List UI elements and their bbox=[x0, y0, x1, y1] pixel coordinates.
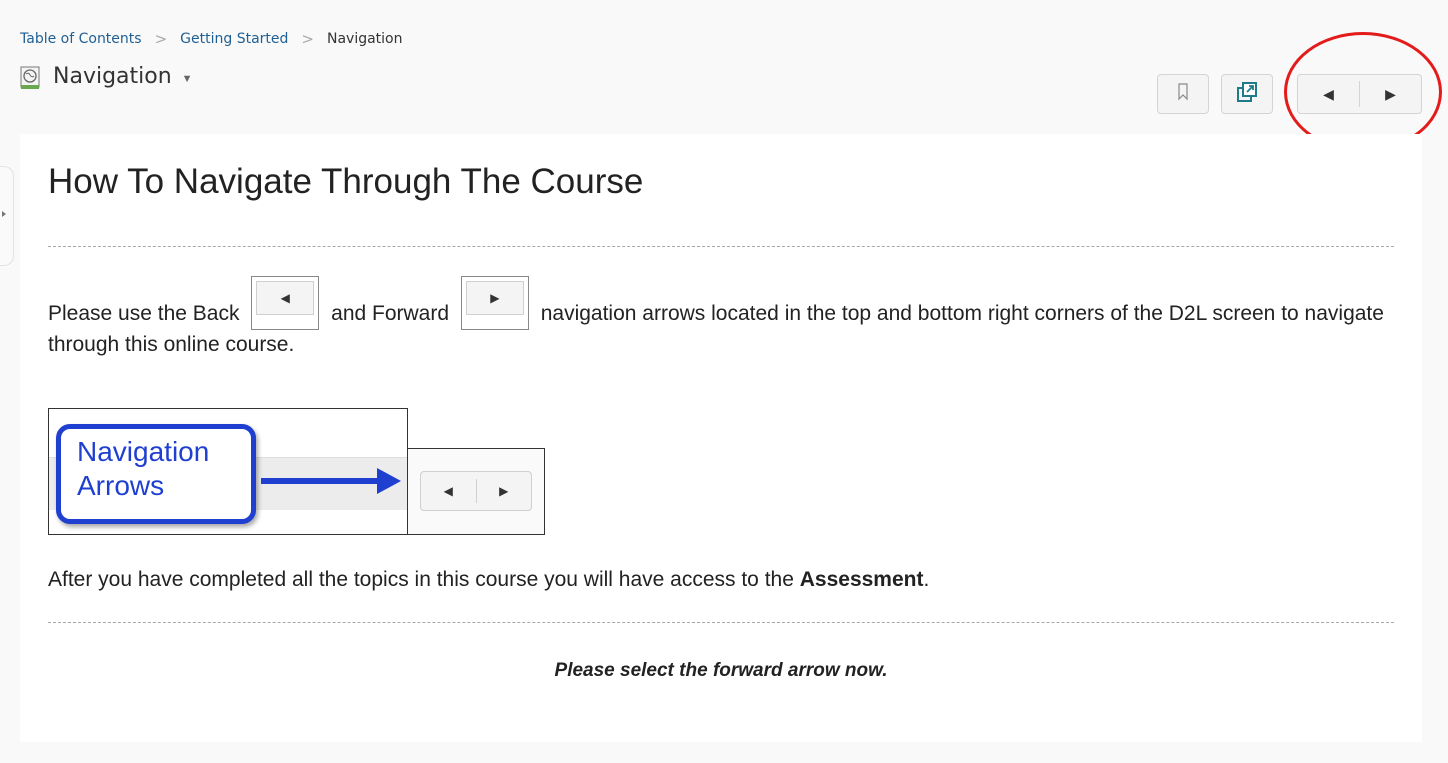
para1-text-c: navigation arrows located in the top and… bbox=[48, 302, 1384, 356]
chevron-right-icon bbox=[2, 211, 6, 217]
para1-text-a: Please use the Back bbox=[48, 302, 240, 325]
arrow-right-icon: ▶ bbox=[1385, 85, 1396, 102]
breadcrumb: Table of Contents > Getting Started > Na… bbox=[20, 30, 403, 48]
divider bbox=[48, 246, 1394, 247]
forward-button-image: ▶ bbox=[460, 276, 529, 330]
page-title: Navigation bbox=[53, 64, 172, 89]
chevron-down-icon[interactable]: ▼ bbox=[182, 73, 193, 85]
assessment-paragraph: After you have completed all the topics … bbox=[48, 564, 1398, 595]
breadcrumb-getting-started[interactable]: Getting Started bbox=[180, 31, 288, 47]
previous-topic-button[interactable]: ◀ bbox=[1298, 75, 1359, 113]
callout-line-1: Navigation bbox=[77, 436, 210, 467]
breadcrumb-current: Navigation bbox=[326, 31, 403, 47]
content-heading: How To Navigate Through The Course bbox=[48, 162, 644, 201]
arrow-left-icon: ◀ bbox=[256, 281, 315, 315]
para2-text: After you have completed all the topics … bbox=[48, 568, 800, 591]
bookmark-button[interactable] bbox=[1157, 74, 1209, 114]
arrow-right-icon: ▶ bbox=[499, 484, 509, 498]
instructions-paragraph: Please use the Back ◀ and Forward ▶ navi… bbox=[48, 276, 1398, 360]
topic-navigation-group: ◀ ▶ bbox=[1297, 74, 1422, 114]
callout-line-2: Arrows bbox=[77, 470, 165, 501]
bookmark-icon bbox=[1177, 82, 1189, 106]
assessment-keyword: Assessment bbox=[799, 568, 924, 591]
figure-arrowhead-icon bbox=[377, 468, 401, 494]
navigation-arrows-callout: Navigation Arrows bbox=[56, 424, 256, 524]
arrow-left-icon: ◀ bbox=[443, 484, 453, 498]
new-window-icon bbox=[1236, 81, 1258, 108]
sidebar-toggle[interactable] bbox=[0, 166, 14, 266]
breadcrumb-separator-icon: > bbox=[154, 30, 168, 48]
breadcrumb-separator-icon: > bbox=[301, 30, 314, 48]
next-topic-button[interactable]: ▶ bbox=[1360, 75, 1421, 113]
forward-instruction: Please select the forward arrow now. bbox=[554, 660, 888, 681]
page-title-row[interactable]: Navigation ▼ bbox=[20, 64, 193, 89]
figure-right-panel: ◀ ▶ bbox=[407, 448, 545, 535]
web-page-icon bbox=[20, 66, 40, 89]
figure-nav-buttons: ◀ ▶ bbox=[420, 471, 532, 511]
back-button-image: ◀ bbox=[251, 276, 320, 330]
para1-text-b: and Forward bbox=[331, 302, 450, 325]
content-area: How To Navigate Through The Course Pleas… bbox=[20, 134, 1422, 742]
divider bbox=[48, 622, 1394, 623]
para2-end: . bbox=[923, 568, 930, 591]
breadcrumb-table-of-contents[interactable]: Table of Contents bbox=[20, 31, 142, 47]
figure-arrow-icon bbox=[261, 478, 381, 484]
arrow-left-icon: ◀ bbox=[1323, 85, 1334, 102]
arrow-right-icon: ▶ bbox=[465, 281, 524, 315]
open-in-new-window-button[interactable] bbox=[1221, 74, 1273, 114]
navigation-arrows-figure: Navigation Arrows ◀ ▶ bbox=[48, 408, 545, 535]
